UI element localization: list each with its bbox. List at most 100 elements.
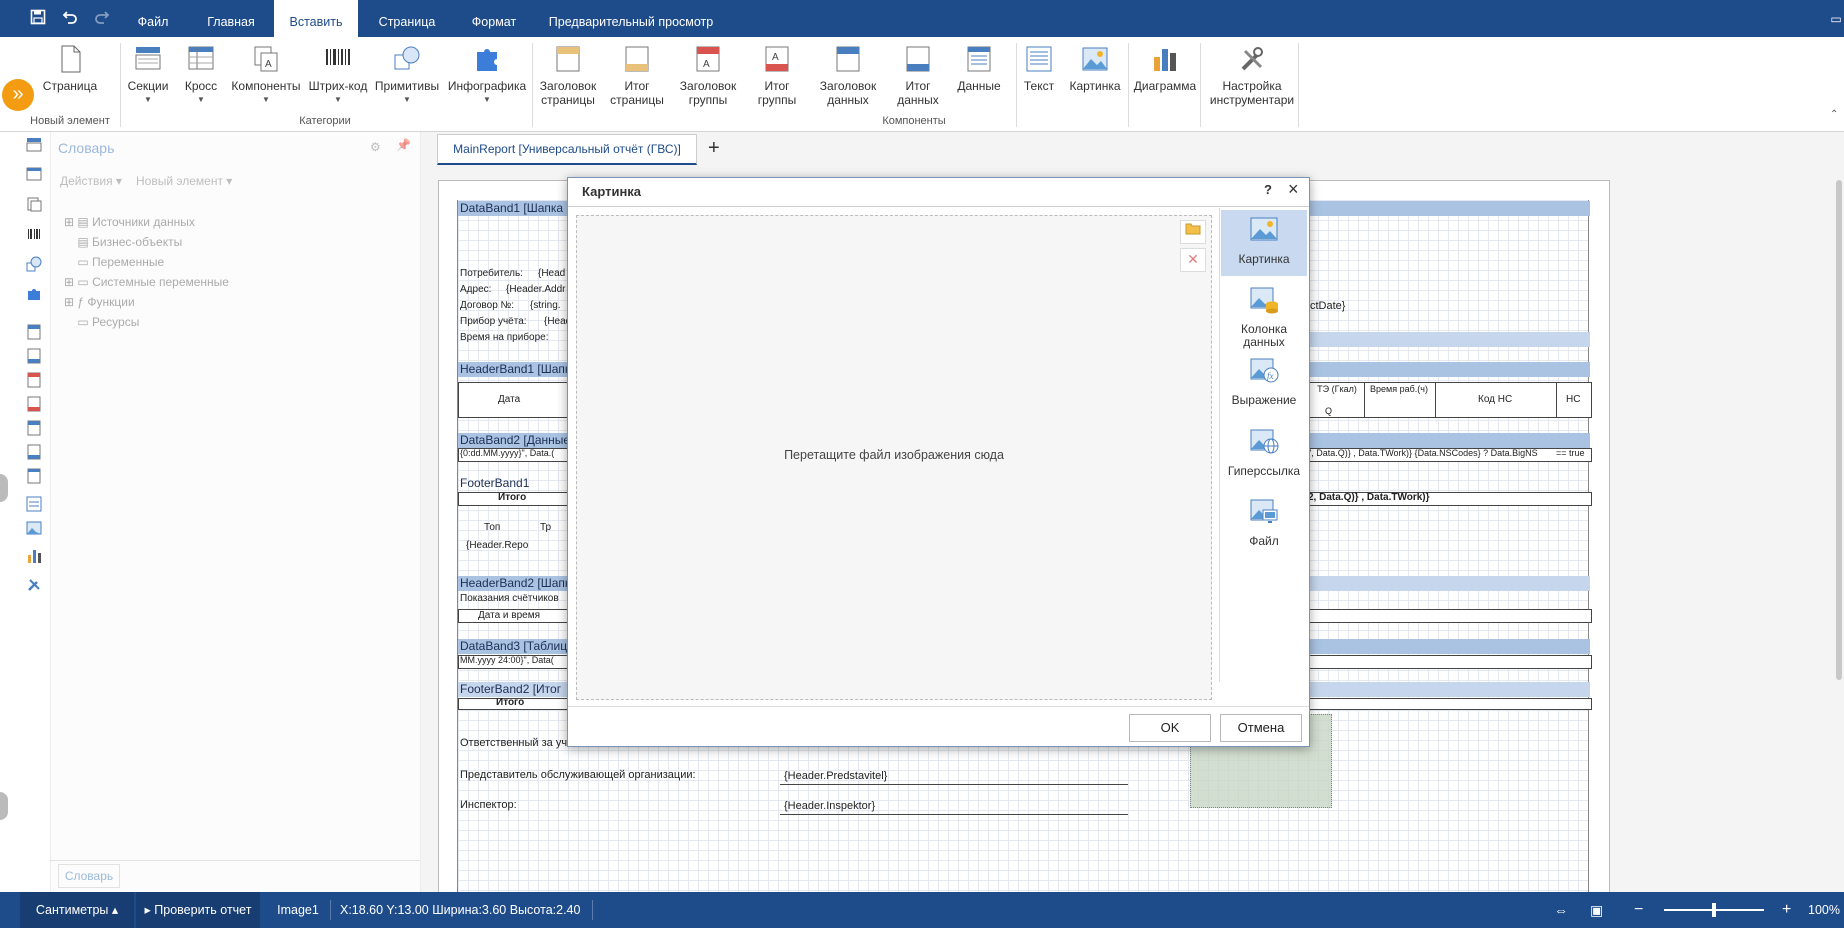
tree-item-system-vars[interactable]: ⊞ ▭ Системные переменные [64,272,229,292]
address-value[interactable]: {Header.Addr [506,284,566,295]
barcode-button[interactable]: Штрих-код ▼ [308,43,368,107]
page-header-icon[interactable] [26,324,42,340]
sections-icon[interactable] [26,136,42,152]
dictionary-bottom-tab[interactable]: Словарь [58,864,120,888]
tab-insert[interactable]: Вставить [274,0,358,37]
new-item-menu[interactable]: Новый элемент ▾ [136,174,232,188]
contract-value[interactable]: {string. [530,300,561,311]
group-footer-icon[interactable] [26,396,42,412]
option-file[interactable]: Файл [1221,496,1307,548]
data-row-left[interactable]: {0:dd.MM.yyyy}", Data.( [460,448,554,458]
image-icon[interactable] [26,520,42,536]
data-row-right[interactable]: ", Data.Q)} , Data.TWork)} {Data.NSCodes… [1308,448,1538,458]
vertical-scrollbar[interactable] [1836,180,1842,680]
cancel-button[interactable]: Отмена [1220,714,1302,742]
tree-item-functions[interactable]: ⊞ ƒ Функции [64,292,229,312]
image-button[interactable]: Картинка [1064,43,1126,93]
page-footer-icon[interactable] [26,348,42,364]
group-footer-button[interactable]: A Итог группы [746,43,808,107]
left-scroll-handle[interactable] [0,474,8,502]
check-report-button[interactable]: ▸ Проверить отчет [136,892,260,928]
image-drop-zone[interactable]: Перетащите файл изображения сюда [576,215,1212,700]
data-header-icon[interactable] [26,420,42,436]
sections-button[interactable]: Секции ▼ [124,43,172,107]
left-scroll-handle-2[interactable] [0,792,8,820]
open-folder-icon[interactable] [1180,220,1206,244]
zoom-out-icon[interactable]: − [1634,892,1643,928]
delete-image-icon[interactable]: ✕ [1180,248,1206,272]
zoom-slider-track[interactable] [1664,903,1764,917]
data-row-true[interactable]: == true [1556,448,1585,458]
tree-item-datasources[interactable]: ⊞ ▤ Источники данных [64,212,229,232]
tab-file[interactable]: Файл [126,0,180,37]
tab-home[interactable]: Главная [196,0,266,37]
header-repo-field[interactable]: {Header.Repo [466,540,528,551]
primitives-button[interactable]: Примитивы ▼ [374,43,440,107]
report-tab[interactable]: MainReport [Универсальный отчёт (ГВС)] [437,134,697,165]
option-expression[interactable]: fx Выражение [1221,355,1307,407]
tab-preview[interactable]: Предварительный просмотр [546,0,716,37]
puzzle-icon[interactable] [26,286,42,302]
col-q: Q [1325,406,1333,416]
zoom-slider-thumb[interactable] [1712,903,1716,917]
whole-page-icon[interactable]: ▣ [1590,892,1603,928]
data-footer-button[interactable]: Итог данных [888,43,948,107]
page-width-icon[interactable]: ⇔ [1554,892,1568,928]
group-header-icon[interactable] [26,372,42,388]
option-hyperlink[interactable]: Гиперссылка [1221,426,1307,478]
components-icon: A [251,43,281,75]
option-data-column[interactable]: Колонка данных [1221,284,1307,349]
text-button[interactable]: Текст [1020,43,1058,93]
shapes-icon[interactable] [26,256,42,272]
date-field[interactable]: ctDate} [1310,300,1345,312]
help-icon[interactable]: ? [1264,182,1272,197]
page-footer-button[interactable]: Итог страницы [604,43,670,107]
expand-panel-icon[interactable]: » [2,79,34,111]
data-header-label-1: Заголовок [819,79,877,93]
total-right[interactable]: 2, Data.Q)} , Data.TWork)} [1308,492,1430,503]
collapse-ribbon-icon[interactable]: ⌃ [1830,109,1838,120]
tools-icon[interactable] [26,576,42,592]
option-image[interactable]: Картинка [1221,214,1307,266]
tab-page[interactable]: Страница [368,0,446,37]
units-dropdown[interactable]: Сантиметры ▴ [20,892,134,928]
rep-org-field[interactable]: {Header.Predstavitel} [784,770,887,782]
tools-settings-button[interactable]: Настройка инструментари [1206,43,1298,107]
consumer-value[interactable]: {Head [538,268,565,279]
dropdown-arrow-icon: ▼ [262,95,270,104]
group-header-button[interactable]: A Заголовок группы [674,43,742,107]
actions-menu[interactable]: Действия ▾ [60,174,122,188]
tree-item-resources[interactable]: ▭ Ресурсы [64,312,229,332]
cross-button[interactable]: Кросс ▼ [178,43,224,107]
readings-row-text[interactable]: MM.yyyy 24:00}", Data( [460,655,554,665]
inspector-field[interactable]: {Header.Inspektor} [784,800,875,812]
zoom-in-icon[interactable]: + [1782,892,1791,928]
text-icon[interactable] [26,496,42,512]
bar-chart-icon[interactable] [26,548,42,564]
save-icon[interactable] [28,9,48,29]
data-band-icon[interactable] [26,468,42,484]
divider [50,860,420,861]
insert-page-button[interactable]: Страница [40,43,100,93]
ok-button[interactable]: OK [1129,714,1211,742]
tab-format[interactable]: Формат [460,0,528,37]
chart-button[interactable]: Диаграмма [1132,43,1198,93]
barcode-icon[interactable] [26,226,42,242]
pin-icon[interactable]: 📌 [396,138,411,152]
close-icon[interactable]: × [1288,179,1299,200]
data-band-button[interactable]: Данные [952,43,1006,93]
window-restore-icon[interactable]: ▭ [1826,9,1844,29]
add-tab-icon[interactable]: + [708,134,720,162]
components-icon[interactable] [26,196,42,212]
undo-icon[interactable] [60,9,80,29]
page-header-button[interactable]: Заголовок страницы [536,43,600,107]
tree-item-business[interactable]: ▤ Бизнес-объекты [64,232,229,252]
gear-icon[interactable]: ⚙ [370,140,381,154]
tree-item-variables[interactable]: ▭ Переменные [64,252,229,272]
cross-tab-icon[interactable] [26,166,42,182]
redo-icon[interactable] [92,9,112,29]
components-button[interactable]: A Компоненты ▼ [230,43,302,107]
data-header-button[interactable]: Заголовок данных [812,43,884,107]
infographics-button[interactable]: Инфографика ▼ [446,43,528,107]
data-footer-icon[interactable] [26,444,42,460]
